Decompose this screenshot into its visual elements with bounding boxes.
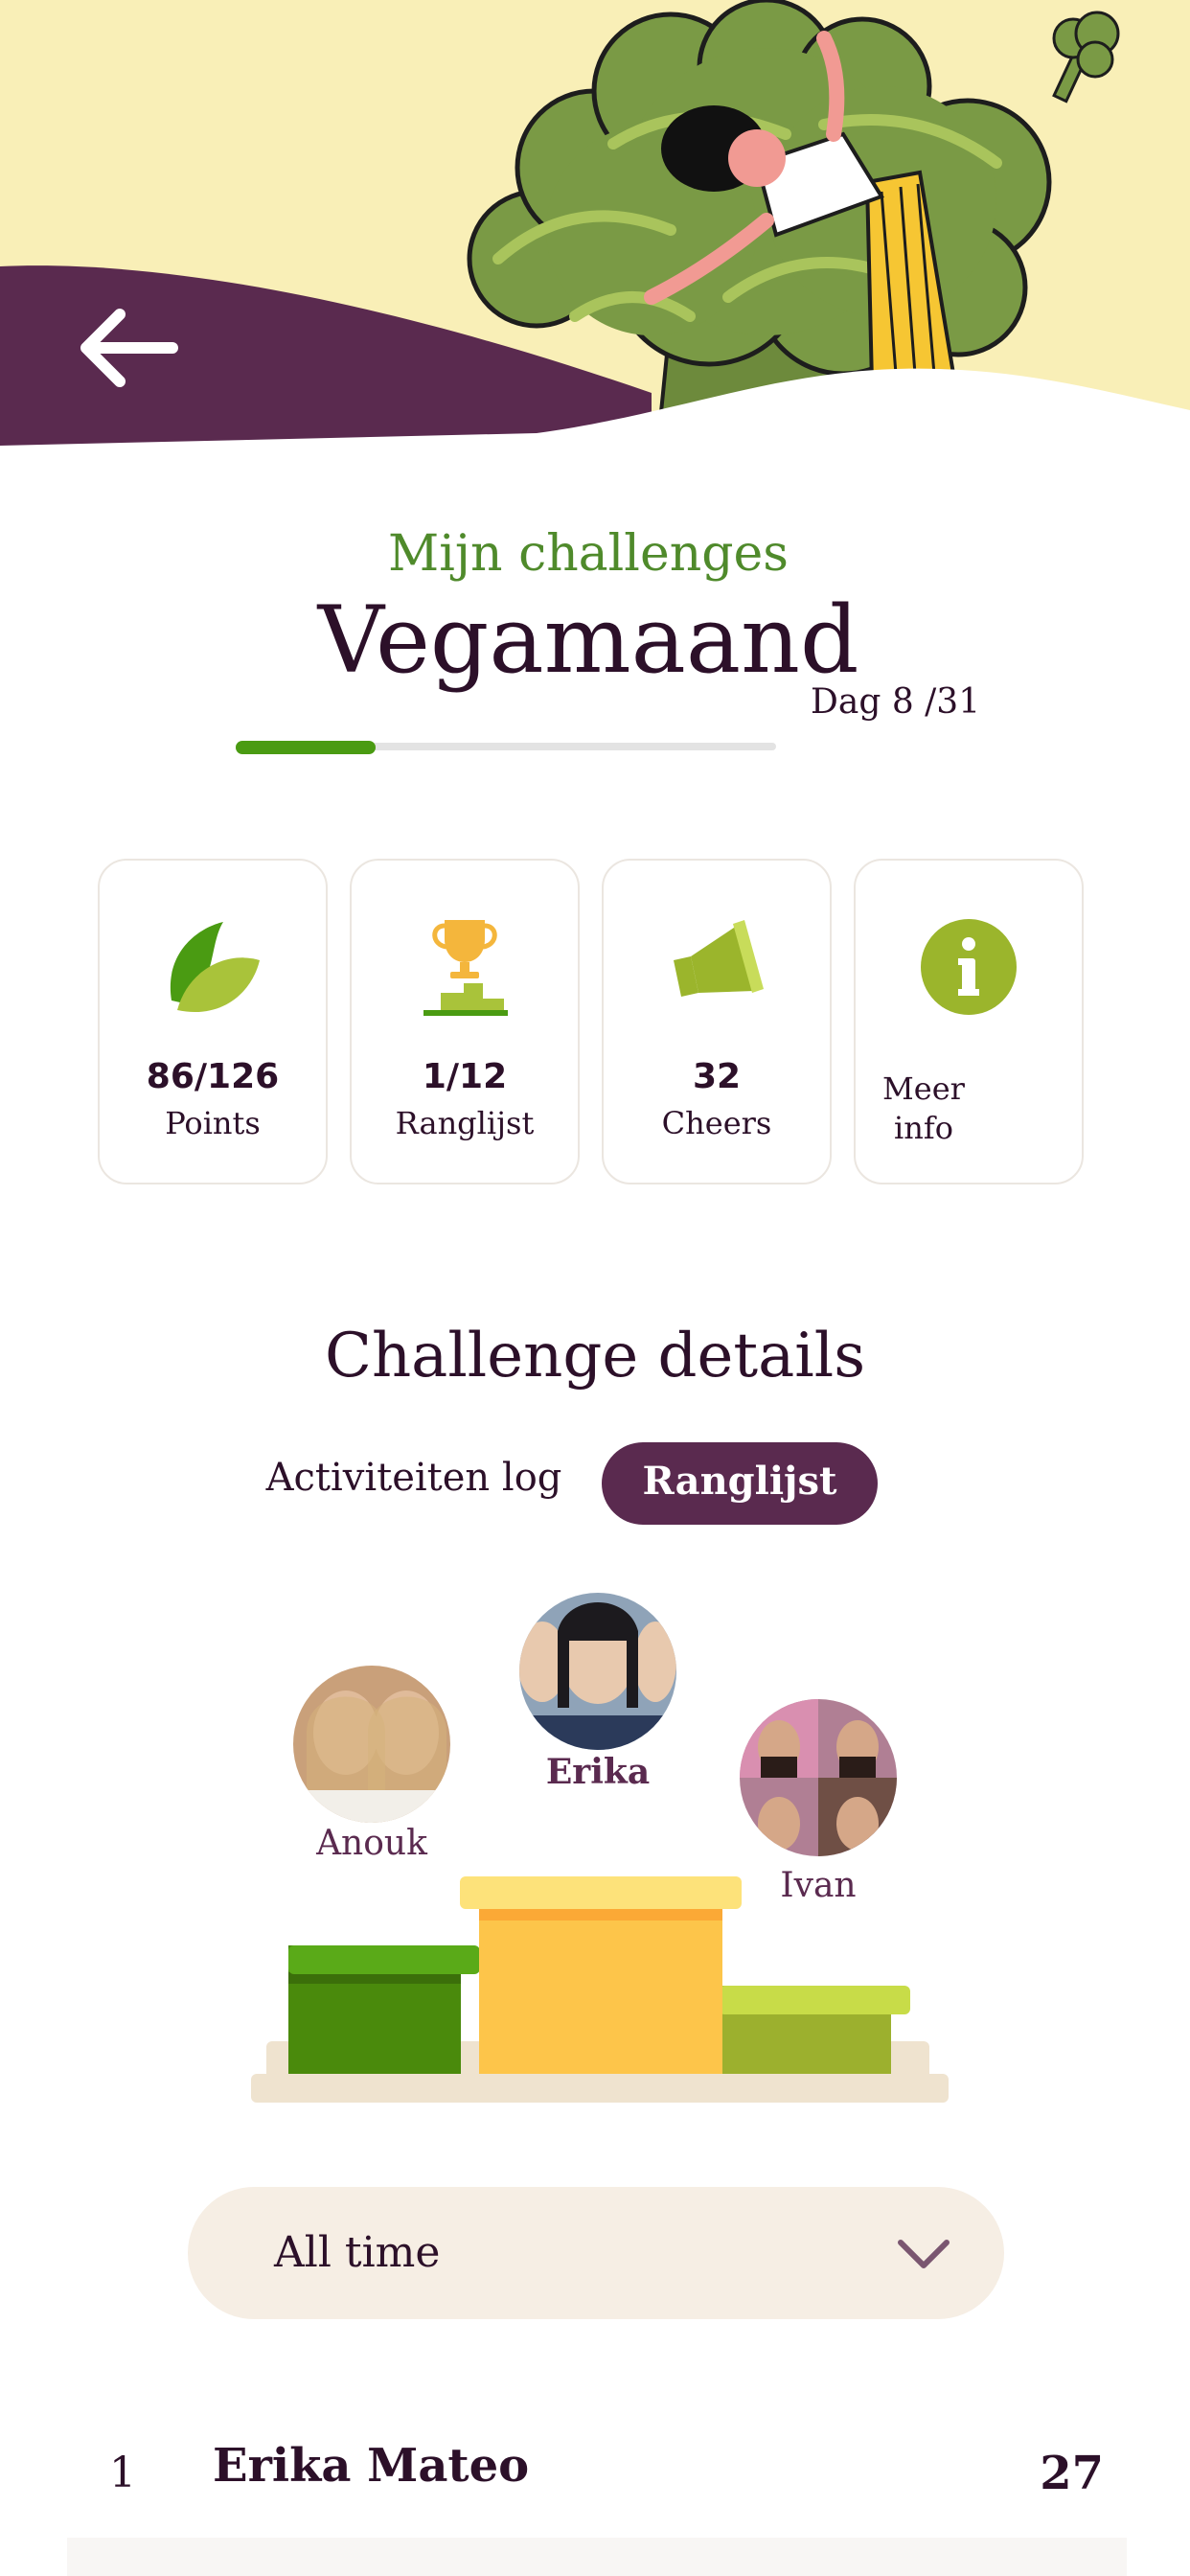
back-button[interactable] [77, 307, 211, 422]
leaderboard-name: Erika Mateo [213, 2439, 530, 2493]
cheers-card[interactable]: 32 Cheers [602, 859, 832, 1184]
avatar[interactable] [519, 1593, 676, 1750]
ranglijst-card[interactable]: 1/12 Ranglijst [350, 859, 580, 1184]
cheers-label: Cheers [661, 1105, 772, 1141]
arrow-left-icon [80, 309, 178, 387]
leaf-icon [170, 922, 260, 1013]
podium-stand [251, 1876, 949, 2103]
avatar[interactable] [293, 1666, 450, 1823]
tab-activiteiten-log[interactable]: Activiteiten log [259, 1447, 569, 1508]
challenge-details-heading: Challenge details [324, 1321, 866, 1392]
megaphone-icon [674, 920, 764, 997]
section-label: Mijn challenges [388, 525, 789, 583]
leaderboard-row-next[interactable] [67, 2538, 1127, 2576]
points-value: 86/126 [146, 1057, 280, 1096]
tab-ranglijst[interactable]: Ranglijst [602, 1442, 878, 1525]
cheers-value: 32 [692, 1057, 742, 1096]
leaderboard-rank: 1 [109, 2449, 136, 2497]
trophy-podium-icon [423, 920, 508, 1016]
challenge-title: Vegamaand [317, 586, 859, 694]
meer-info-label: Meer info [882, 1070, 965, 1146]
day-counter: Dag 8 /31 [811, 682, 981, 722]
podium-name-second: Anouk [316, 1824, 427, 1863]
points-card[interactable]: 86/126 Points [98, 859, 328, 1184]
chevron-down-icon [898, 2240, 950, 2268]
leaderboard-row[interactable]: 1 Erika Mateo 27 [67, 2420, 1127, 2516]
leaderboard-points: 27 [1040, 2447, 1104, 2500]
avatar[interactable] [740, 1699, 897, 1856]
header-illustration [0, 0, 1190, 460]
time-filter-dropdown[interactable]: All time [188, 2187, 1004, 2319]
challenge-progress-bar [236, 741, 776, 754]
points-label: Points [165, 1105, 261, 1141]
rank-value: 1/12 [422, 1057, 508, 1096]
avatar-photo-erika [519, 1593, 676, 1750]
podium-name-first: Erika [545, 1752, 651, 1792]
time-filter-selected: All time [274, 2228, 441, 2277]
rank-label: Ranglijst [395, 1105, 535, 1141]
avatar-photo-anouk [293, 1666, 450, 1823]
meer-info-card[interactable]: Meer info [854, 859, 1084, 1184]
challenge-progress-fill [236, 741, 376, 754]
info-icon [921, 919, 1017, 1015]
avatar-photo-ivan [740, 1699, 897, 1856]
